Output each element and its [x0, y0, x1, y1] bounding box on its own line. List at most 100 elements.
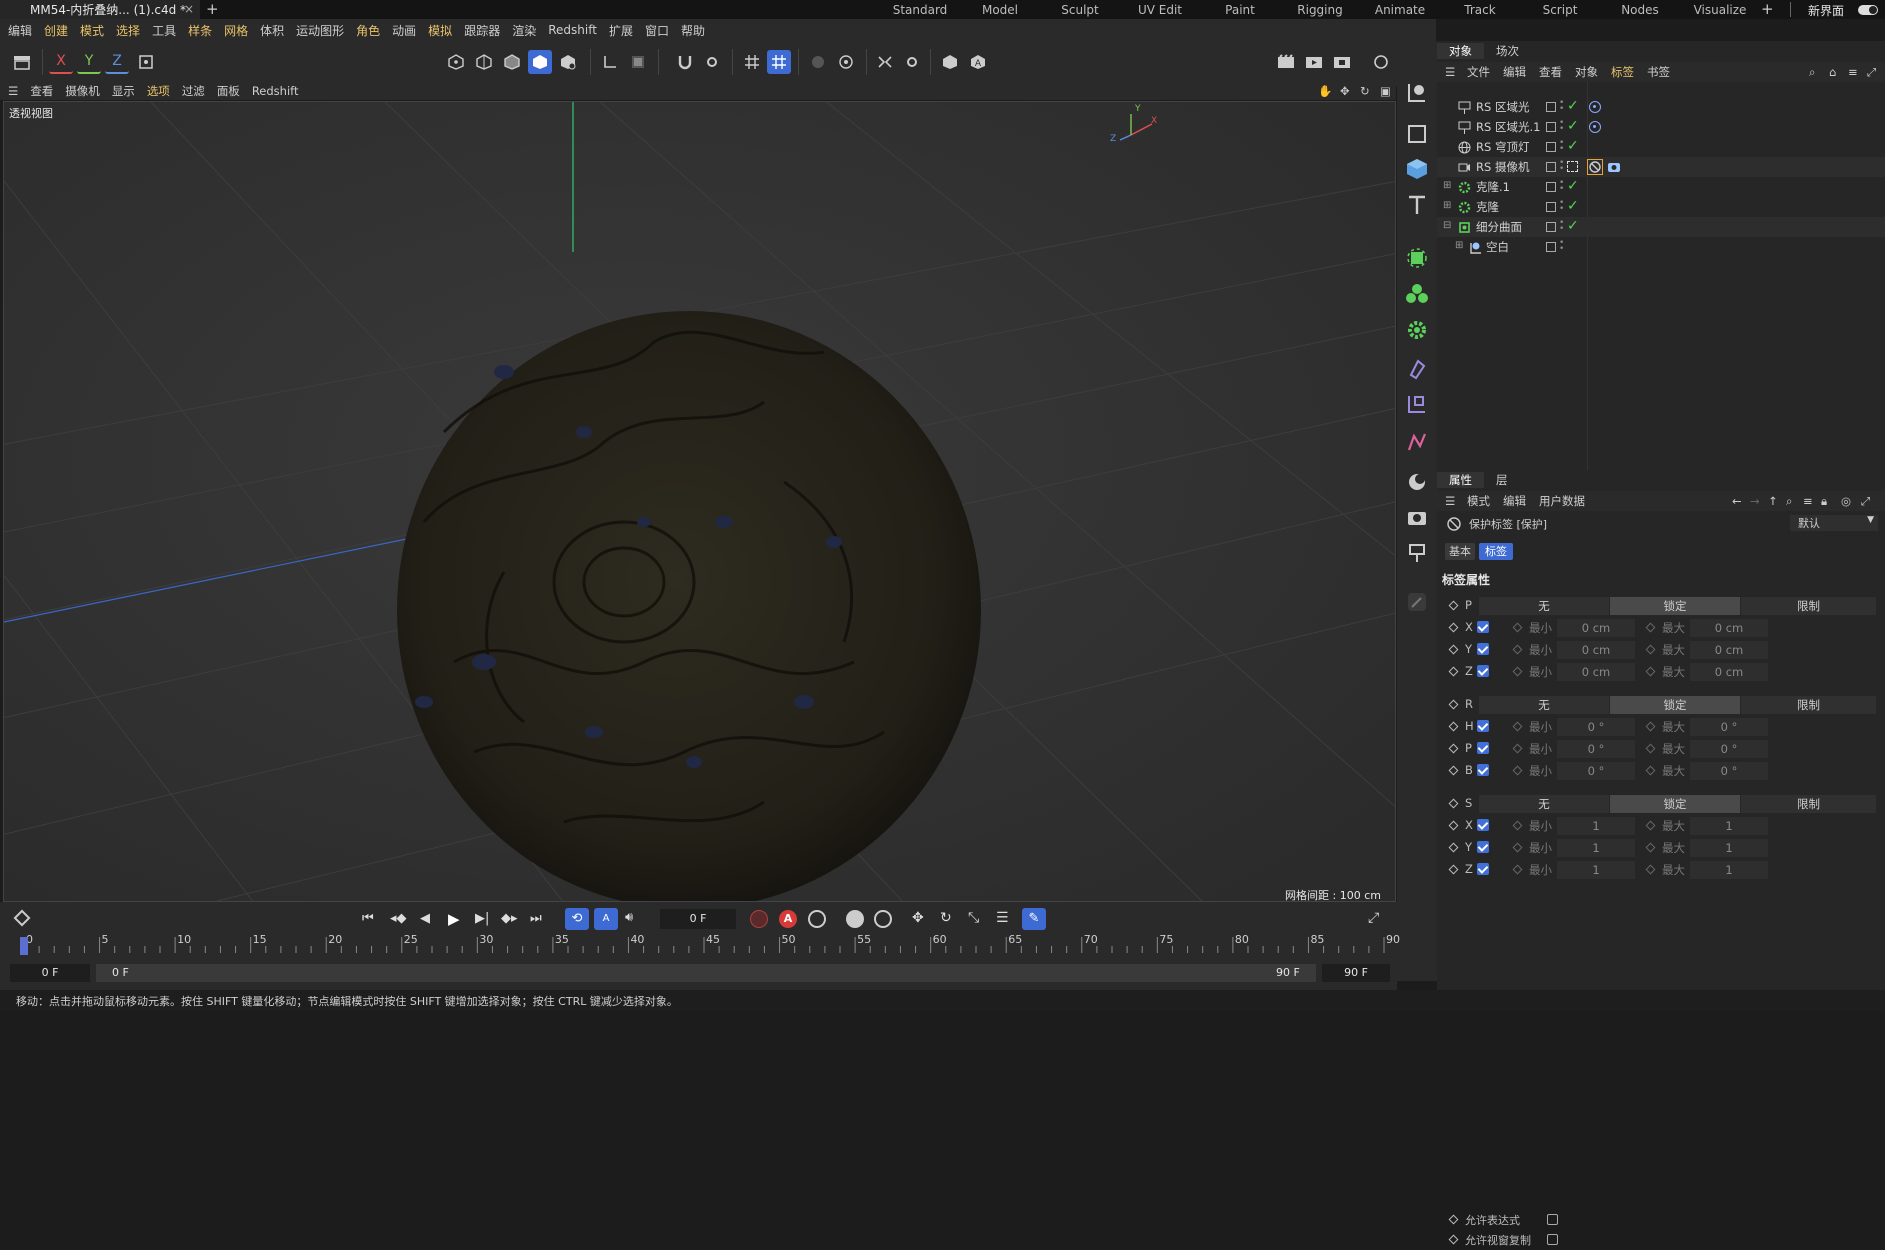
z-axis-lock-button[interactable]: Z	[105, 50, 129, 74]
layout-tab-nodes[interactable]: Nodes	[1600, 3, 1680, 17]
menu-simulate[interactable]: 模拟	[428, 22, 452, 39]
editor-visibility-icon[interactable]	[1546, 122, 1556, 132]
min-value-field[interactable]: 0 °	[1557, 718, 1635, 736]
am-expand-icon[interactable]: ⤢	[1861, 494, 1870, 509]
axis-enabled-checkbox[interactable]	[1477, 764, 1489, 776]
layout-tab-model[interactable]: Model	[960, 3, 1040, 17]
solo-icon[interactable]	[626, 50, 650, 74]
camera-target-icon[interactable]	[1567, 161, 1578, 172]
environment-icon[interactable]	[1403, 468, 1431, 496]
menu-window[interactable]: 窗口	[645, 22, 669, 39]
go-to-start-icon[interactable]: ⏮	[362, 911, 374, 926]
play-icon[interactable]: ▶	[448, 910, 460, 928]
soft-selection-icon[interactable]	[806, 50, 830, 74]
editor-visibility-icon[interactable]	[1546, 162, 1556, 172]
mode-limit[interactable]: 限制	[1741, 597, 1876, 615]
render-visibility-dots[interactable]: • •	[1559, 159, 1564, 174]
om-home-icon[interactable]: ⌂	[1829, 65, 1836, 79]
render-visibility-dots[interactable]: • •	[1559, 179, 1564, 194]
target-tag-icon[interactable]	[1589, 121, 1601, 133]
auto-key-icon[interactable]: A	[966, 50, 990, 74]
max-value-field[interactable]: 0 °	[1690, 762, 1768, 780]
render-visibility-dots[interactable]: • •	[1559, 219, 1564, 234]
tab-layers[interactable]: 层	[1484, 472, 1520, 488]
enabled-check-icon[interactable]: ✓	[1567, 98, 1579, 114]
viewport-move-icon[interactable]: ✥	[1340, 84, 1350, 98]
expand-icon[interactable]: ⊞	[1443, 180, 1451, 191]
enabled-check-icon[interactable]: ✓	[1567, 178, 1579, 194]
frame-ruler[interactable]	[0, 933, 1397, 955]
menu-character[interactable]: 角色	[356, 22, 380, 39]
axis-enabled-checkbox[interactable]	[1477, 720, 1489, 732]
light-object-icon[interactable]	[1403, 539, 1431, 567]
expand-icon[interactable]: ⊞	[1443, 200, 1451, 211]
menu-redshift[interactable]: Redshift	[548, 23, 597, 37]
sound-icon[interactable]: 🔊︎	[625, 910, 633, 925]
lock-workplane-icon[interactable]	[834, 50, 858, 74]
enabled-check-icon[interactable]: ✓	[1567, 118, 1579, 134]
protection-tag-icon[interactable]	[1587, 159, 1603, 175]
axis-enabled-checkbox[interactable]	[1477, 643, 1489, 655]
am-menu-icon[interactable]: ☰	[1445, 494, 1455, 508]
om-filter-icon[interactable]: ≡	[1848, 65, 1858, 79]
field-icon[interactable]	[1403, 355, 1431, 383]
menu-tracker[interactable]: 跟踪器	[464, 22, 500, 39]
keyframe-settings-icon[interactable]	[808, 910, 826, 928]
min-value-field[interactable]: 0 cm	[1557, 641, 1635, 659]
max-value-field[interactable]: 0 cm	[1690, 641, 1768, 659]
tab-attributes[interactable]: 属性	[1437, 472, 1484, 488]
key-pla-icon[interactable]: ✎	[1022, 908, 1046, 930]
document-tab[interactable]: MM54-内折叠纳... (1).c4d * ×	[0, 0, 200, 19]
tab-objects[interactable]: 对象	[1437, 43, 1484, 59]
menu-animation[interactable]: 动画	[392, 22, 416, 39]
key-scale-icon[interactable]: ⤡	[968, 910, 979, 926]
axis-enabled-checkbox[interactable]	[1477, 819, 1489, 831]
layout-tab-sculpt[interactable]: Sculpt	[1040, 3, 1120, 17]
record-disabled-icon[interactable]	[750, 910, 768, 928]
allow-expression-checkbox[interactable]	[1547, 1214, 1558, 1225]
menu-mograph[interactable]: 运动图形	[296, 22, 344, 39]
add-layout-icon[interactable]: +	[1761, 0, 1774, 18]
viewport-menu-camera[interactable]: 摄像机	[65, 83, 100, 99]
object-row[interactable]: RS 区域光.1 • • ✓	[1437, 117, 1885, 137]
render-region-icon[interactable]	[1274, 50, 1298, 74]
scene-menu-icon[interactable]	[10, 50, 34, 74]
editor-visibility-icon[interactable]	[1546, 242, 1556, 252]
render-visibility-dots[interactable]: • •	[1559, 99, 1564, 114]
viewport-menu-display[interactable]: 显示	[112, 83, 135, 99]
mode-lock[interactable]: 锁定	[1610, 597, 1740, 615]
menu-render[interactable]: 渲染	[512, 22, 536, 39]
object-row[interactable]: ⊞ 空白 • •	[1437, 237, 1885, 257]
new-interface-toggle[interactable]	[1858, 5, 1878, 15]
viewport-menu-options[interactable]: 选项	[147, 83, 170, 99]
viewport-menu-icon[interactable]: ☰	[8, 84, 18, 98]
layout-tab-animate[interactable]: Animate	[1360, 3, 1440, 17]
max-value-field[interactable]: 0 °	[1690, 718, 1768, 736]
collapse-icon[interactable]: ⊟	[1443, 220, 1451, 231]
end-frame-field[interactable]: 90 F	[1322, 964, 1390, 982]
axis-enabled-checkbox[interactable]	[1477, 863, 1489, 875]
mograph-cloner-icon[interactable]	[1403, 280, 1431, 308]
snap-magnet-icon[interactable]	[673, 50, 697, 74]
menu-select[interactable]: 选择	[116, 22, 140, 39]
viewport-rotate-icon[interactable]: ↻	[1360, 84, 1370, 98]
object-row[interactable]: RS 穹顶灯 • • ✓	[1437, 137, 1885, 157]
prev-keyframe-icon[interactable]: ◂◆	[390, 911, 407, 926]
max-value-field[interactable]: 0 cm	[1690, 663, 1768, 681]
up-arrow-icon[interactable]: ↑	[1768, 494, 1778, 508]
object-row[interactable]: RS 摄像机 • •	[1437, 157, 1885, 177]
om-menu-icon[interactable]: ☰	[1445, 65, 1455, 79]
mode-limit[interactable]: 限制	[1741, 795, 1876, 813]
enabled-check-icon[interactable]: ✓	[1567, 138, 1579, 154]
subtab-basic[interactable]: 基本	[1445, 543, 1475, 560]
menu-volume[interactable]: 体积	[260, 22, 284, 39]
model-mode-icon[interactable]	[528, 50, 552, 74]
max-value-field[interactable]: 0 °	[1690, 740, 1768, 758]
enabled-check-icon[interactable]: ✓	[1567, 218, 1579, 234]
cube-object-icon[interactable]	[1403, 155, 1431, 183]
next-keyframe-icon[interactable]: ◆▸	[501, 911, 518, 926]
viewport-menu-redshift[interactable]: Redshift	[252, 84, 299, 98]
camera-object-icon[interactable]	[1403, 503, 1431, 531]
symmetry-settings-icon[interactable]	[900, 50, 924, 74]
forward-arrow-icon[interactable]: →	[1750, 494, 1760, 508]
